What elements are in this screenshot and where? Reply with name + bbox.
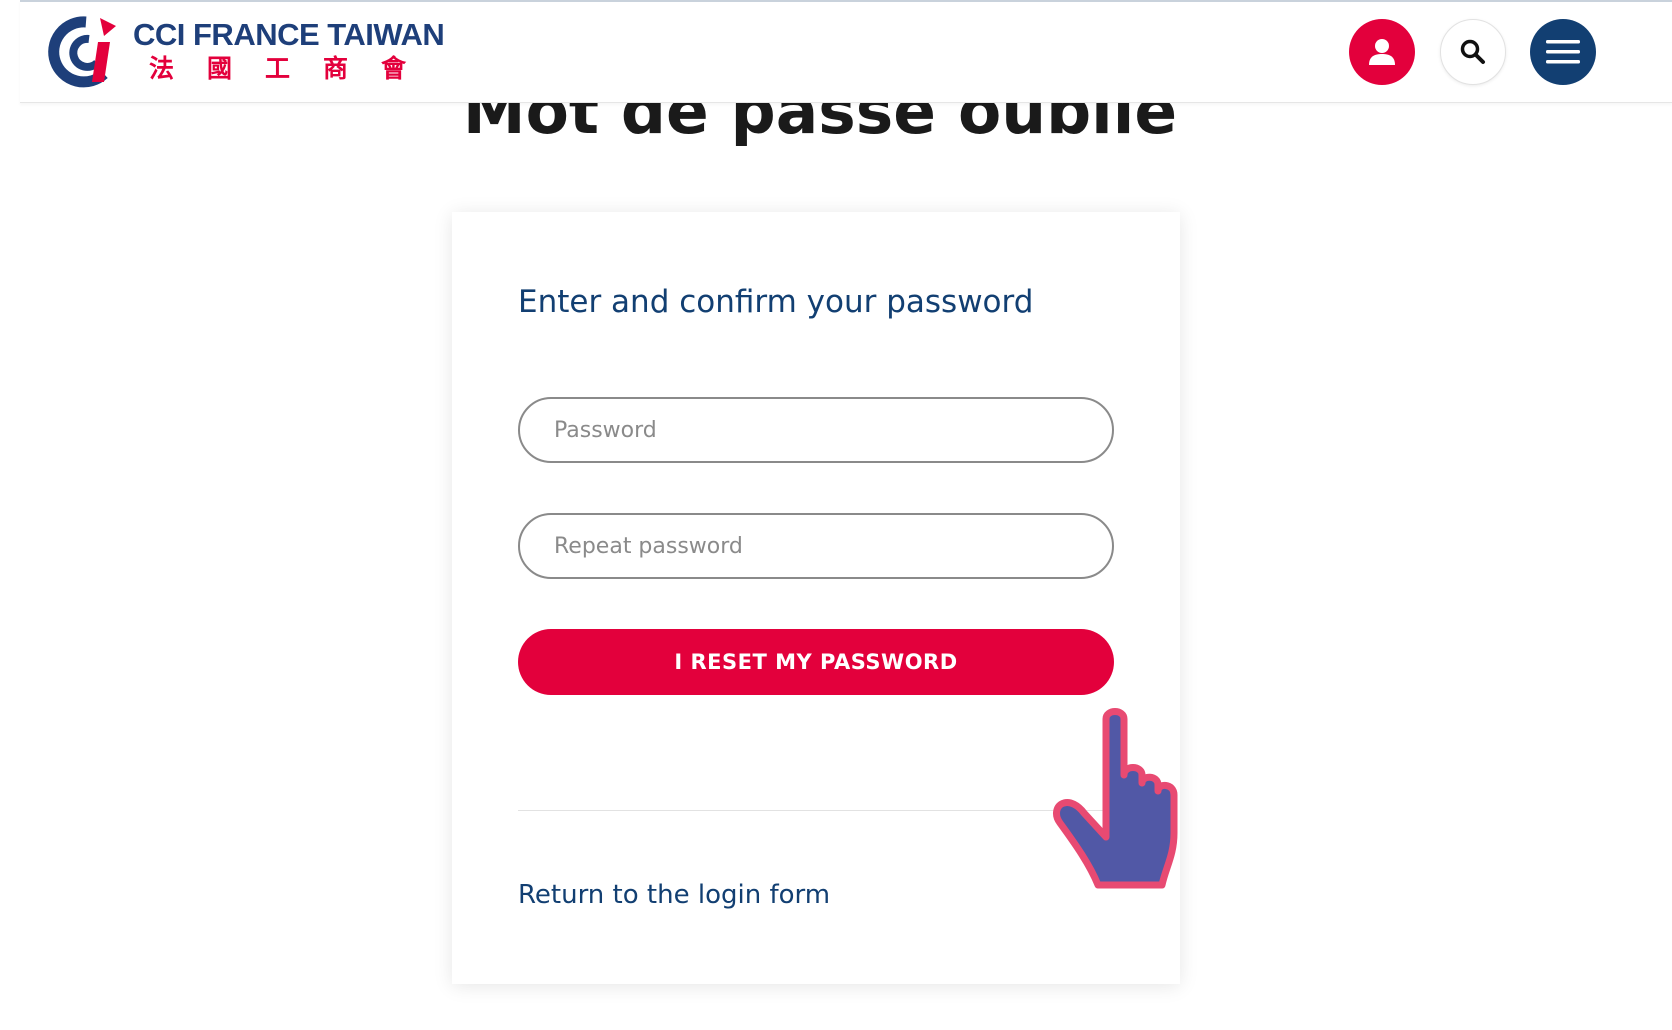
brand-chinese-name: 法國工商會 (149, 54, 440, 83)
account-button[interactable] (1349, 19, 1415, 85)
form-heading: Enter and confirm your password (518, 284, 1034, 320)
menu-button[interactable] (1530, 19, 1596, 85)
search-button[interactable] (1440, 19, 1506, 85)
divider (518, 810, 1114, 811)
brand-text: CCI FRANCE TAIWAN 法國工商會 (133, 17, 445, 86)
site-header: CCI FRANCE TAIWAN 法國工商會 (20, 0, 1672, 103)
search-icon (1460, 39, 1485, 64)
repeat-password-field[interactable] (518, 513, 1114, 579)
menu-icon (1546, 40, 1580, 64)
brand-name: CCI FRANCE TAIWAN (133, 17, 445, 52)
reset-password-button[interactable]: I RESET MY PASSWORD (518, 629, 1114, 695)
cci-logo[interactable] (40, 12, 130, 92)
return-to-login-link[interactable]: Return to the login form (518, 880, 830, 910)
password-field[interactable] (518, 397, 1114, 463)
user-icon (1369, 39, 1395, 65)
cci-logo-icon (48, 16, 116, 88)
hand-pointer-icon (1050, 705, 1210, 895)
